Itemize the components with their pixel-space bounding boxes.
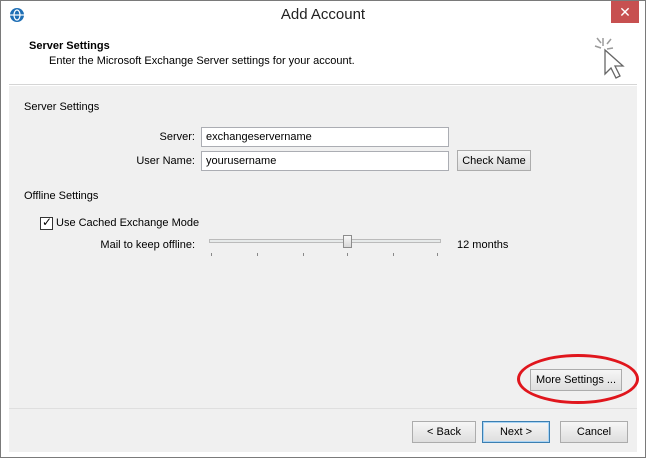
header-subtitle: Enter the Microsoft Exchange Server sett…: [49, 55, 355, 67]
slider-tick: [303, 253, 304, 256]
username-input[interactable]: yourusername: [201, 151, 449, 171]
cached-mode-label: Use Cached Exchange Mode: [56, 217, 200, 229]
cancel-button[interactable]: Cancel: [560, 421, 628, 443]
annotation-highlight-ellipse: [517, 354, 639, 404]
slider-tick: [257, 253, 258, 256]
mail-offline-value: 12 months: [457, 239, 509, 251]
slider-track: [209, 239, 441, 243]
checkmark-icon: ✓: [42, 215, 53, 229]
server-label: Server:: [159, 131, 195, 143]
slider-tick: [347, 253, 348, 256]
back-button[interactable]: < Back: [412, 421, 476, 443]
server-input[interactable]: exchangeservername: [201, 127, 449, 147]
footer-bar: < Back Next > Cancel: [9, 408, 637, 452]
slider-tick: [437, 253, 438, 256]
header-panel: Server Settings Enter the Microsoft Exch…: [9, 30, 637, 85]
window-title: Add Account: [280, 6, 366, 23]
slider-tick: [393, 253, 394, 256]
offline-settings-section-label: Offline Settings: [24, 190, 99, 202]
check-name-button[interactable]: Check Name: [457, 150, 531, 171]
title-bar: Add Account ✕: [1, 1, 645, 30]
mail-offline-label: Mail to keep offline:: [100, 239, 195, 251]
mail-offline-slider[interactable]: [207, 232, 443, 260]
cursor-click-icon: [593, 34, 629, 80]
next-button[interactable]: Next >: [482, 421, 550, 443]
close-button[interactable]: ✕: [611, 1, 639, 23]
slider-thumb[interactable]: [343, 235, 352, 248]
close-icon: ✕: [619, 3, 631, 20]
header-title: Server Settings: [29, 40, 110, 52]
add-account-dialog: Add Account ✕ Server Settings Enter the …: [0, 0, 646, 458]
server-settings-section-label: Server Settings: [24, 101, 100, 113]
cached-mode-checkbox[interactable]: ✓: [40, 215, 53, 230]
slider-tick: [211, 253, 212, 256]
username-label: User Name:: [136, 155, 195, 167]
